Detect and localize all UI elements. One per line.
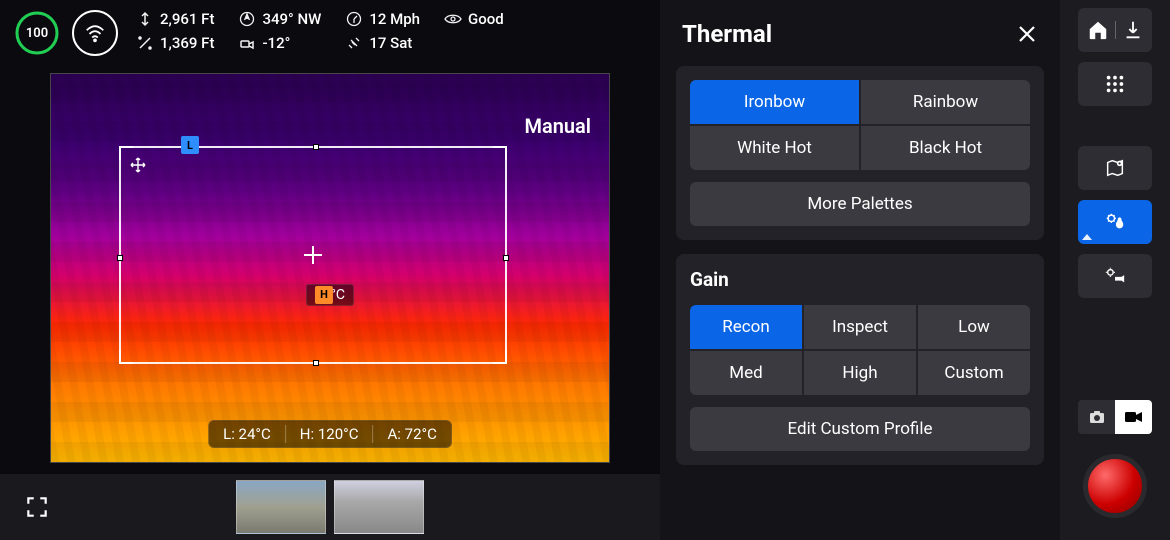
active-indicator-icon (1082, 234, 1092, 240)
thermal-settings-panel: Thermal Ironbow Rainbow White Hot Black … (660, 0, 1060, 540)
palette-ironbow[interactable]: Ironbow (690, 80, 859, 124)
satellite-readout: 17 Sat (345, 34, 420, 52)
panel-title: Thermal (682, 20, 772, 48)
signal-readout: Good (444, 10, 504, 28)
map-settings-button[interactable] (1078, 146, 1152, 190)
high-temp-marker[interactable]: H (315, 286, 333, 304)
telemetry-bar: 100 2,961 Ft 349° NW 12 Mph Good 1,369 F… (0, 0, 660, 62)
roi-box[interactable]: L (119, 146, 507, 364)
gain-recon[interactable]: Recon (690, 305, 802, 349)
temperature-readout-bar: L: 24°C H: 120°C A: 72°C (208, 420, 452, 448)
main-viewport-column: 100 2,961 Ft 349° NW 12 Mph Good 1,369 F… (0, 0, 660, 540)
close-icon[interactable] (1016, 23, 1038, 45)
gallery-strip (0, 474, 660, 540)
thermal-mode-label: Manual (524, 114, 591, 138)
wind-readout: 12 Mph (345, 10, 420, 28)
low-temp-marker[interactable]: L (181, 136, 199, 154)
battery-indicator[interactable]: 100 (14, 10, 60, 56)
edit-custom-profile-button[interactable]: Edit Custom Profile (690, 407, 1030, 451)
apps-grid-button[interactable] (1078, 62, 1152, 106)
heading-readout: 349° NW (238, 10, 321, 28)
readout-avg: A: 72°C (373, 425, 437, 443)
gain-title: Gain (690, 268, 1030, 291)
satellite-icon (345, 34, 363, 52)
gain-med[interactable]: Med (690, 351, 802, 395)
thermal-image[interactable]: Manual L 62°C H (50, 73, 610, 463)
gain-inspect[interactable]: Inspect (804, 305, 916, 349)
gain-card: Gain Recon Inspect Low Med High Custom E… (676, 254, 1044, 465)
altitude-icon (136, 10, 154, 28)
thermal-settings-button[interactable] (1078, 200, 1152, 244)
gain-low[interactable]: Low (918, 305, 1030, 349)
right-tool-rail (1060, 0, 1170, 540)
palette-whitehot[interactable]: White Hot (690, 126, 859, 170)
palette-rainbow[interactable]: Rainbow (861, 80, 1030, 124)
center-temp-readout: 62°C H (306, 284, 354, 306)
fullscreen-icon[interactable] (24, 494, 50, 520)
home-land-button[interactable] (1078, 8, 1152, 52)
distance-readout: 1,369 Ft (136, 34, 214, 52)
palette-blackhot[interactable]: Black Hot (861, 126, 1030, 170)
palette-selector: Ironbow Rainbow White Hot Black Hot (690, 80, 1030, 170)
distance-icon (136, 34, 154, 52)
more-palettes-button[interactable]: More Palettes (690, 182, 1030, 226)
wind-icon (345, 10, 363, 28)
readout-low: L: 24°C (223, 425, 271, 443)
gimbal-readout: -12° (238, 34, 321, 52)
center-crosshair (304, 246, 322, 264)
thermal-viewport[interactable]: Manual L 62°C H (0, 62, 660, 474)
video-mode[interactable] (1115, 400, 1152, 434)
gallery-thumb-2[interactable] (334, 480, 424, 534)
wifi-indicator[interactable] (72, 10, 118, 56)
photo-video-toggle[interactable] (1078, 400, 1152, 434)
gain-custom[interactable]: Custom (918, 351, 1030, 395)
gimbal-icon (238, 34, 256, 52)
camera-settings-button[interactable] (1078, 254, 1152, 298)
altitude-readout: 2,961 Ft (136, 10, 214, 28)
palette-card: Ironbow Rainbow White Hot Black Hot More… (676, 66, 1044, 240)
gain-high[interactable]: High (804, 351, 916, 395)
gain-selector: Recon Inspect Low Med High Custom (690, 305, 1030, 395)
shutter-button[interactable] (1083, 454, 1147, 518)
eye-icon (444, 10, 462, 28)
gallery-thumb-1[interactable] (236, 480, 326, 534)
move-icon[interactable] (129, 156, 147, 178)
readout-high: H: 120°C (285, 425, 359, 443)
photo-mode[interactable] (1078, 400, 1115, 434)
compass-icon (238, 10, 256, 28)
